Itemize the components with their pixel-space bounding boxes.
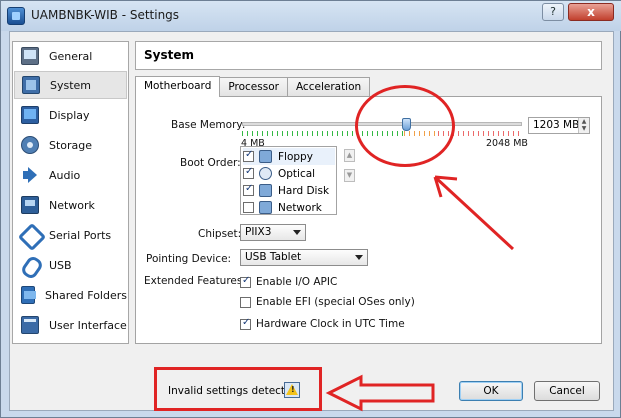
annotation-arrow-block	[325, 374, 435, 412]
settings-window: UAMBNBK-WIB - Settings ? x General Syste…	[0, 0, 621, 418]
annotation-arrows	[325, 175, 515, 412]
annotation-arrow-diagonal	[433, 175, 515, 251]
tab-motherboard[interactable]: Motherboard	[135, 76, 221, 97]
